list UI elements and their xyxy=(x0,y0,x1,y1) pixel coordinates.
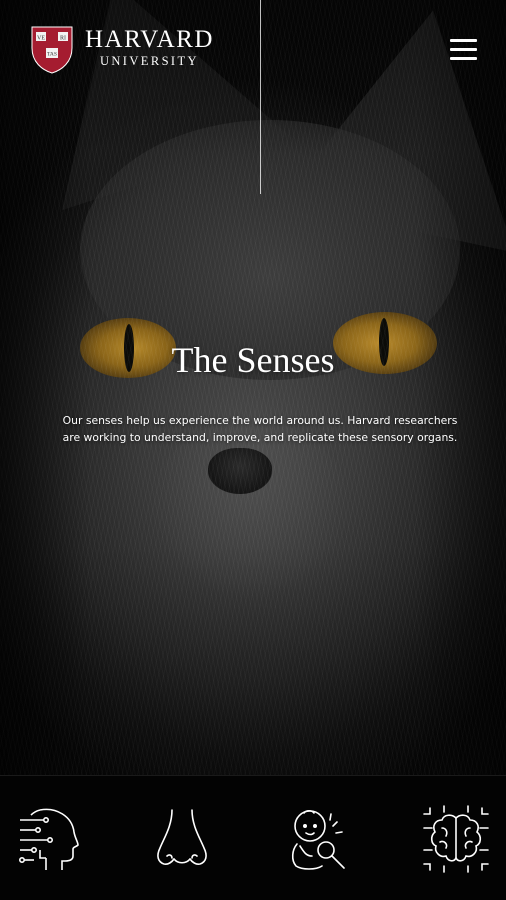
harvard-shield-icon: VE RI TAS xyxy=(31,26,73,74)
sense-item-baby-magnifier[interactable] xyxy=(284,804,352,874)
hero-image-cat xyxy=(0,0,506,775)
harvard-logo-link[interactable]: VE RI TAS HARVARD UNIVERSITY xyxy=(31,26,214,74)
nose-icon xyxy=(157,809,207,865)
page: VE RI TAS HARVARD UNIVERSITY The Senses … xyxy=(0,0,506,900)
senses-icon-nav xyxy=(0,775,506,900)
header-divider-line xyxy=(260,0,261,194)
shield-text-1: VE xyxy=(37,36,45,42)
shield-text-2: RI xyxy=(60,36,66,42)
logo-sub-text: UNIVERSITY xyxy=(99,54,199,68)
head-circuit-icon xyxy=(18,808,79,870)
sense-item-nose[interactable] xyxy=(150,804,218,874)
sense-item-head-circuit[interactable] xyxy=(16,804,84,874)
hamburger-bar-2 xyxy=(450,48,477,51)
hamburger-menu-button[interactable] xyxy=(450,38,478,62)
shield-text-3: TAS xyxy=(47,52,57,58)
hero-description: Our senses help us experience the world … xyxy=(62,414,458,444)
sense-item-brain-circuit[interactable] xyxy=(422,804,490,874)
harvard-wordmark: HARVARD UNIVERSITY xyxy=(85,26,214,68)
hamburger-bar-3 xyxy=(450,57,477,60)
logo-main-text: HARVARD xyxy=(85,26,214,53)
page-title: The Senses xyxy=(171,340,335,380)
hamburger-bar-1 xyxy=(450,39,477,42)
brain-circuit-icon xyxy=(423,805,489,873)
baby-magnifier-icon xyxy=(291,809,345,870)
hero-vignette xyxy=(0,0,506,775)
